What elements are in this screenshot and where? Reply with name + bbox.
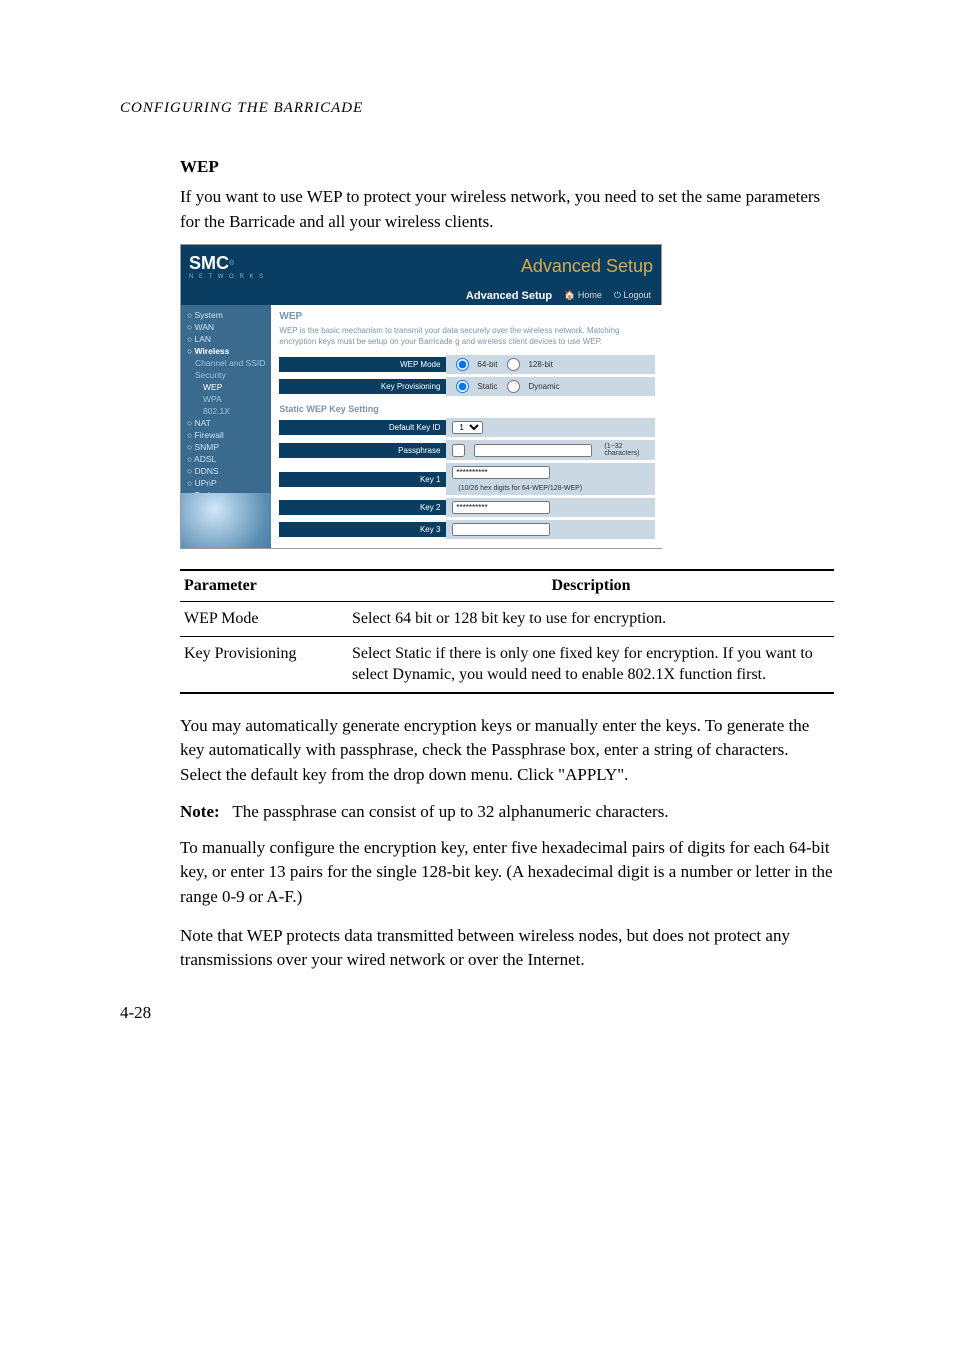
sidebar: ○ System ○ WAN ○ LAN ○ Wireless Channel … [181,305,271,548]
parameter-table: Parameter Description WEP Mode Select 64… [180,569,834,694]
key2-label: Key 2 [279,500,446,515]
sidebar-item-8021x[interactable]: 802.1X [181,405,271,417]
sidebar-item-channel[interactable]: Channel and SSID [181,357,271,369]
logo-tag: N E T W O R K S [189,274,265,280]
th-description: Description [348,570,834,602]
note-text: The passphrase can consist of up to 32 a… [232,802,668,821]
cell-desc: Select 64 bit or 128 bit key to use for … [348,602,834,637]
running-header: CONFIGURING THE BARRICADE [120,100,834,117]
passphrase-input[interactable] [474,444,592,457]
passphrase-hint: (1~32 characters) [604,443,649,457]
key3-label: Key 3 [279,522,446,537]
section-title: WEP [180,157,834,177]
wep-mode-64bit-radio[interactable] [456,358,469,371]
router-screenshot: SMC® N E T W O R K S Advanced Setup Adva… [180,244,662,549]
home-link[interactable]: 🏠 Home [564,290,602,302]
intro-paragraph: If you want to use WEP to protect your w… [180,185,834,234]
note-label: Note: [180,802,220,821]
sidebar-item-system[interactable]: ○ System [181,309,271,321]
advanced-setup-heading: Advanced Setup [521,256,653,277]
key-prov-static-text: Static [477,382,497,391]
sidebar-item-adsl[interactable]: ○ ADSL [181,453,271,465]
sidebar-item-firewall[interactable]: ○ Firewall [181,429,271,441]
default-key-id-label: Default Key ID [279,420,446,435]
main-panel: WEP WEP is the basic mechanism to transm… [271,305,663,548]
sidebar-item-wan[interactable]: ○ WAN [181,321,271,333]
paragraph-autogen: You may automatically generate encryptio… [180,714,834,788]
panel-header: WEP [279,311,655,322]
key1-hint: (10/26 hex digits for 64-WEP/128-WEP) [458,485,582,492]
note-block: Note: The passphrase can consist of up t… [180,802,834,822]
panel-description: WEP is the basic mechanism to transmit y… [279,326,655,347]
wep-mode-128bit-text: 128-bit [528,360,552,369]
sidebar-item-upnp[interactable]: ○ UPnP [181,477,271,489]
wep-mode-label: WEP Mode [279,357,446,372]
table-row: Key Provisioning Select Static if there … [180,636,834,693]
sidebar-item-nat[interactable]: ○ NAT [181,417,271,429]
static-wep-section: Static WEP Key Setting [279,404,655,414]
key2-input[interactable] [452,501,550,514]
sidebar-item-security[interactable]: Security [181,369,271,381]
th-parameter: Parameter [180,570,348,602]
cell-desc: Select Static if there is only one fixed… [348,636,834,693]
key3-input[interactable] [452,523,550,536]
default-key-id-select[interactable]: 1 [452,421,483,434]
sidebar-item-wpa[interactable]: WPA [181,393,271,405]
sidebar-item-lan[interactable]: ○ LAN [181,333,271,345]
wep-mode-64bit-text: 64-bit [477,360,497,369]
key-prov-dynamic-radio[interactable] [507,380,520,393]
cell-param: Key Provisioning [180,636,348,693]
smc-logo: SMC [189,253,229,273]
passphrase-label: Passphrase [279,443,446,458]
key-prov-static-radio[interactable] [456,380,469,393]
key-provisioning-label: Key Provisioning [279,379,446,394]
logout-link[interactable]: ⏻ Logout [614,290,651,302]
sidebar-item-wireless[interactable]: ○ Wireless [181,345,271,357]
sidebar-item-wep[interactable]: WEP [181,381,271,393]
wep-mode-128bit-radio[interactable] [507,358,520,371]
key1-label: Key 1 [279,472,446,487]
cell-param: WEP Mode [180,602,348,637]
table-row: WEP Mode Select 64 bit or 128 bit key to… [180,602,834,637]
topbar-setup: Advanced Setup [466,290,552,302]
paragraph-protect: Note that WEP protects data transmitted … [180,924,834,973]
sidebar-item-snmp[interactable]: ○ SNMP [181,441,271,453]
key1-input[interactable] [452,466,550,479]
page-number: 4-28 [120,1003,834,1023]
passphrase-checkbox[interactable] [452,444,465,457]
key-prov-dynamic-text: Dynamic [528,382,559,391]
sidebar-item-ddns[interactable]: ○ DDNS [181,465,271,477]
paragraph-manual: To manually configure the encryption key… [180,836,834,910]
